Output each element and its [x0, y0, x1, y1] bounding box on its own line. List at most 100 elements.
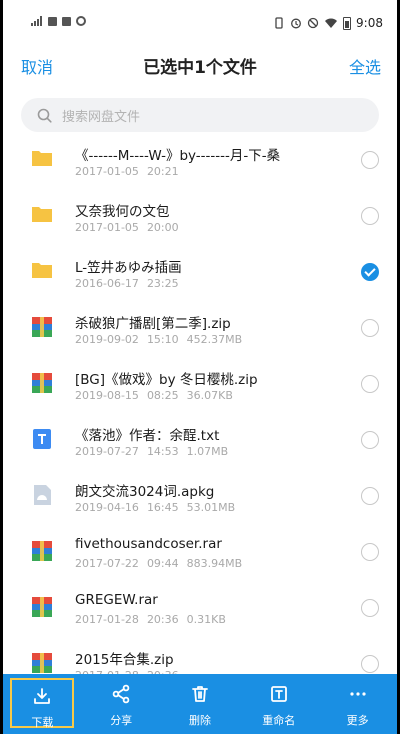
page-title: 已选中1个文件 [143, 58, 257, 78]
selection-header: 取消 已选中1个文件 全选 [3, 40, 397, 88]
status-time: 9:08 [356, 16, 383, 30]
file-row[interactable]: GREGEW.rar 2017-01-28 20:36 0.31KB [3, 582, 397, 638]
checkbox[interactable] [361, 431, 379, 449]
file-name: 朗文交流3024词.apkg [75, 484, 215, 500]
folder-icon [31, 204, 53, 224]
search-input[interactable]: 搜索网盘文件 [21, 98, 379, 132]
file-date: 2017-01-05 [75, 165, 139, 178]
file-meta: 2017-01-28 20:36 0.31KB [75, 613, 234, 626]
signal-icon [31, 16, 43, 26]
search-placeholder: 搜索网盘文件 [62, 109, 141, 125]
battery-icon [343, 16, 352, 30]
checkbox[interactable] [361, 487, 379, 505]
file-row[interactable]: 杀破狼广播剧[第二季].zip 2019-09-02 15:10 452.37MB [3, 302, 397, 358]
toolbar-more-button[interactable]: 更多 [326, 678, 390, 728]
file-date: 2019-08-15 [75, 389, 139, 402]
file-time: 20:21 [146, 165, 179, 178]
file-time: 16:45 [146, 501, 179, 514]
file-name: 杀破狼广播剧[第二季].zip [75, 316, 231, 332]
file-name: GREGEW.rar [75, 592, 158, 608]
notification-icon [48, 16, 57, 26]
file-meta: 2019-07-27 14:53 1.07MB [75, 445, 236, 458]
folder-icon [31, 148, 53, 168]
file-time: 20:36 [146, 613, 179, 626]
vibrate-icon [275, 17, 283, 29]
toolbar-label: 更多 [346, 714, 369, 727]
file-name: fivethousandcoser.rar [75, 536, 222, 552]
phone-screen: 9:08 取消 已选中1个文件 全选 搜索网盘文件 《------M----W-… [3, 0, 397, 734]
file-date: 2017-01-05 [75, 221, 139, 234]
file-date: 2019-07-27 [75, 445, 139, 458]
photo-icon [62, 16, 71, 26]
file-row[interactable]: L-笠井あゆみ插画 2016-06-17 23:25 [3, 246, 397, 302]
bottom-toolbar: 下载 分享 删除 重命名 更多 [3, 674, 397, 734]
checkbox[interactable] [361, 543, 379, 561]
file-size: 0.31KB [186, 613, 226, 626]
file-row[interactable]: fivethousandcoser.rar 2017-07-22 09:44 883.… [3, 526, 397, 582]
file-meta: 2019-08-15 08:25 36.07KB [75, 389, 241, 402]
file-row[interactable]: 《------M----W-》by-------月-下-桑 2017-01-05 2… [3, 134, 397, 190]
file-time: 15:10 [146, 333, 179, 346]
toolbar-download-button[interactable]: 下载 [10, 678, 75, 729]
sync-icon [76, 16, 86, 26]
toolbar-rename-button[interactable]: 重命名 [247, 678, 311, 728]
file-row[interactable]: 又奈我何の文包 2017-01-05 20:00 [3, 190, 397, 246]
file-size: 53.01MB [186, 501, 236, 514]
checkbox[interactable] [361, 375, 379, 393]
select-all-button[interactable]: 全选 [349, 54, 381, 78]
rar-archive-icon [31, 540, 53, 561]
file-row[interactable]: [BG]《做戏》by 冬日樱桃.zip 2019-08-15 08:25 36.07K… [3, 358, 397, 414]
checkbox[interactable] [361, 151, 379, 169]
file-meta: 2017-01-05 20:00 [75, 221, 187, 234]
file-name: 《落池》作者：余酲.txt [75, 428, 220, 444]
file-meta: 2016-06-17 23:25 [75, 277, 187, 290]
status-left-icons [31, 16, 86, 26]
status-right-icons: 9:08 [273, 16, 383, 30]
checkbox[interactable] [361, 207, 379, 225]
file-meta: 2019-04-16 16:45 53.01MB [75, 501, 243, 514]
zip-archive-icon [31, 652, 53, 673]
file-time: 14:53 [146, 445, 179, 458]
file-meta: 2017-07-22 09:44 883.94MB [75, 557, 250, 570]
file-name: 又奈我何の文包 [75, 204, 170, 220]
wifi-icon [325, 18, 338, 28]
more-icon [326, 684, 390, 708]
file-size: 452.37MB [186, 333, 243, 346]
zip-archive-icon [31, 372, 53, 393]
file-date: 2019-09-02 [75, 333, 139, 346]
folder-icon [31, 260, 53, 280]
checkbox[interactable] [361, 319, 379, 337]
file-row[interactable]: 2015年合集.zip2017-01-2820:36 [3, 638, 397, 674]
file-meta: 2017-01-05 20:21 [75, 165, 187, 178]
file-date: 2019-04-16 [75, 501, 139, 514]
checkbox[interactable] [361, 655, 379, 673]
file-row[interactable]: 朗文交流3024词.apkg 2019-04-16 16:45 53.01MB [3, 470, 397, 526]
file-name: L-笠井あゆみ插画 [75, 260, 182, 276]
checkbox[interactable] [361, 599, 379, 617]
text-file-icon [31, 428, 53, 449]
file-name: 《------M----W-》by-------月-下-桑 [75, 148, 281, 164]
file-row[interactable]: 《落池》作者：余酲.txt 2019-07-27 14:53 1.07MB [3, 414, 397, 470]
unknown-file-icon [31, 484, 53, 505]
toolbar-label: 分享 [110, 714, 133, 727]
toolbar-label: 下载 [31, 716, 54, 729]
file-name: 2015年合集.zip [75, 652, 174, 668]
zip-archive-icon [31, 316, 53, 337]
file-date: 2017-01-28 [75, 613, 139, 626]
file-size: 36.07KB [186, 389, 233, 402]
checkbox-checked[interactable] [361, 263, 379, 281]
file-meta: 2019-09-02 15:10 452.37MB [75, 333, 250, 346]
file-list: 《------M----W-》by-------月-下-桑 2017-01-05 2… [3, 134, 397, 674]
file-date: 2017-07-22 [75, 557, 139, 570]
mute-icon [307, 17, 319, 29]
file-time: 23:25 [146, 277, 179, 290]
file-date: 2016-06-17 [75, 277, 139, 290]
trash-icon [168, 684, 232, 708]
toolbar-label: 删除 [188, 714, 211, 727]
toolbar-trash-button[interactable]: 删除 [168, 678, 232, 728]
file-time: 09:44 [146, 557, 179, 570]
toolbar-label: 重命名 [262, 714, 296, 727]
download-icon [12, 686, 72, 710]
toolbar-share-button[interactable]: 分享 [89, 678, 153, 728]
file-name: [BG]《做戏》by 冬日樱桃.zip [75, 372, 258, 388]
